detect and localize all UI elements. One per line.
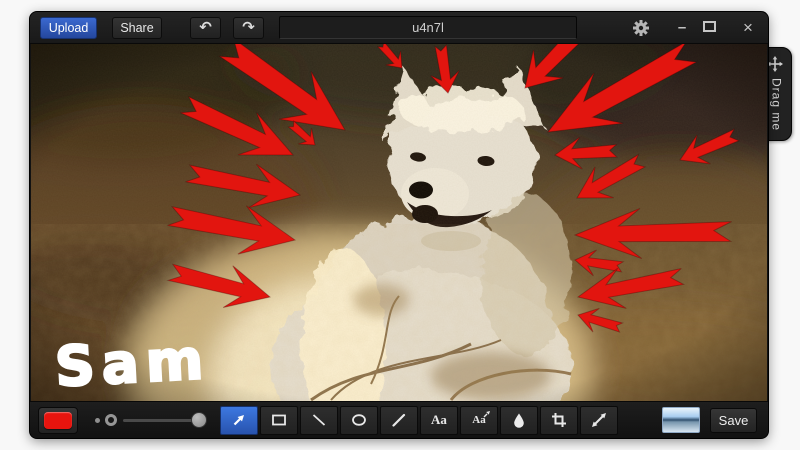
crop-icon — [551, 412, 567, 428]
drag-me-label: Drag me — [767, 78, 784, 131]
crop-tool-button[interactable] — [540, 406, 578, 435]
size-min-dot-icon — [95, 418, 100, 423]
arrow-tool-button[interactable] — [220, 406, 258, 435]
size-max-ring-icon — [105, 414, 117, 426]
text-arrow-tool-button[interactable]: Aa — [460, 406, 498, 435]
rectangle-icon — [271, 412, 287, 428]
thickness-slider[interactable] — [121, 410, 201, 430]
tool-group: Aa Aa — [220, 406, 618, 435]
redo-icon: ↷ — [242, 20, 255, 35]
share-button[interactable]: Share — [112, 17, 162, 39]
canvas-text-annotation: Sam — [53, 327, 211, 399]
gear-icon — [632, 19, 650, 37]
resize-diagonal-icon — [591, 412, 607, 428]
app-window: Upload Share ↶ ↷ – × — [30, 12, 768, 438]
arrow-ne-icon — [231, 412, 247, 428]
minimize-button[interactable]: – — [674, 20, 690, 35]
text-tool-button[interactable]: Aa — [420, 406, 458, 435]
maximize-button[interactable] — [701, 20, 717, 35]
line-icon — [311, 412, 327, 428]
desktop-background: Drag me Upload Share ↶ ↷ — [0, 0, 800, 450]
filename-input[interactable] — [279, 16, 577, 39]
ellipse-tool-button[interactable] — [340, 406, 378, 435]
droplet-icon — [511, 412, 527, 428]
close-button[interactable]: × — [740, 19, 756, 36]
save-button[interactable]: Save — [710, 408, 757, 433]
pencil-line-icon — [391, 412, 407, 428]
redo-button[interactable]: ↷ — [233, 17, 264, 39]
undo-icon: ↶ — [199, 20, 212, 35]
blur-tool-button[interactable] — [500, 406, 538, 435]
image-canvas[interactable]: Sam — [31, 44, 767, 401]
resize-tool-button[interactable] — [580, 406, 618, 435]
upload-button[interactable]: Upload — [40, 17, 97, 39]
move-icon — [767, 56, 783, 72]
slider-thumb[interactable] — [191, 412, 207, 428]
bottom-toolbar: Aa Aa — [30, 401, 768, 438]
settings-button[interactable] — [632, 19, 650, 37]
ellipse-icon — [351, 412, 367, 428]
image-thumbnail[interactable] — [662, 407, 700, 433]
undo-button[interactable]: ↶ — [190, 17, 221, 39]
maximize-icon — [703, 21, 716, 32]
titlebar: Upload Share ↶ ↷ – × — [30, 12, 768, 44]
text-tool-label: Aa — [431, 412, 447, 428]
rectangle-tool-button[interactable] — [260, 406, 298, 435]
color-swatch-button[interactable] — [38, 407, 78, 434]
mini-arrow-icon — [483, 410, 491, 418]
line-tool-button[interactable] — [300, 406, 338, 435]
slider-track — [123, 419, 199, 422]
pencil-tool-button[interactable] — [380, 406, 418, 435]
current-color-swatch — [44, 412, 72, 429]
